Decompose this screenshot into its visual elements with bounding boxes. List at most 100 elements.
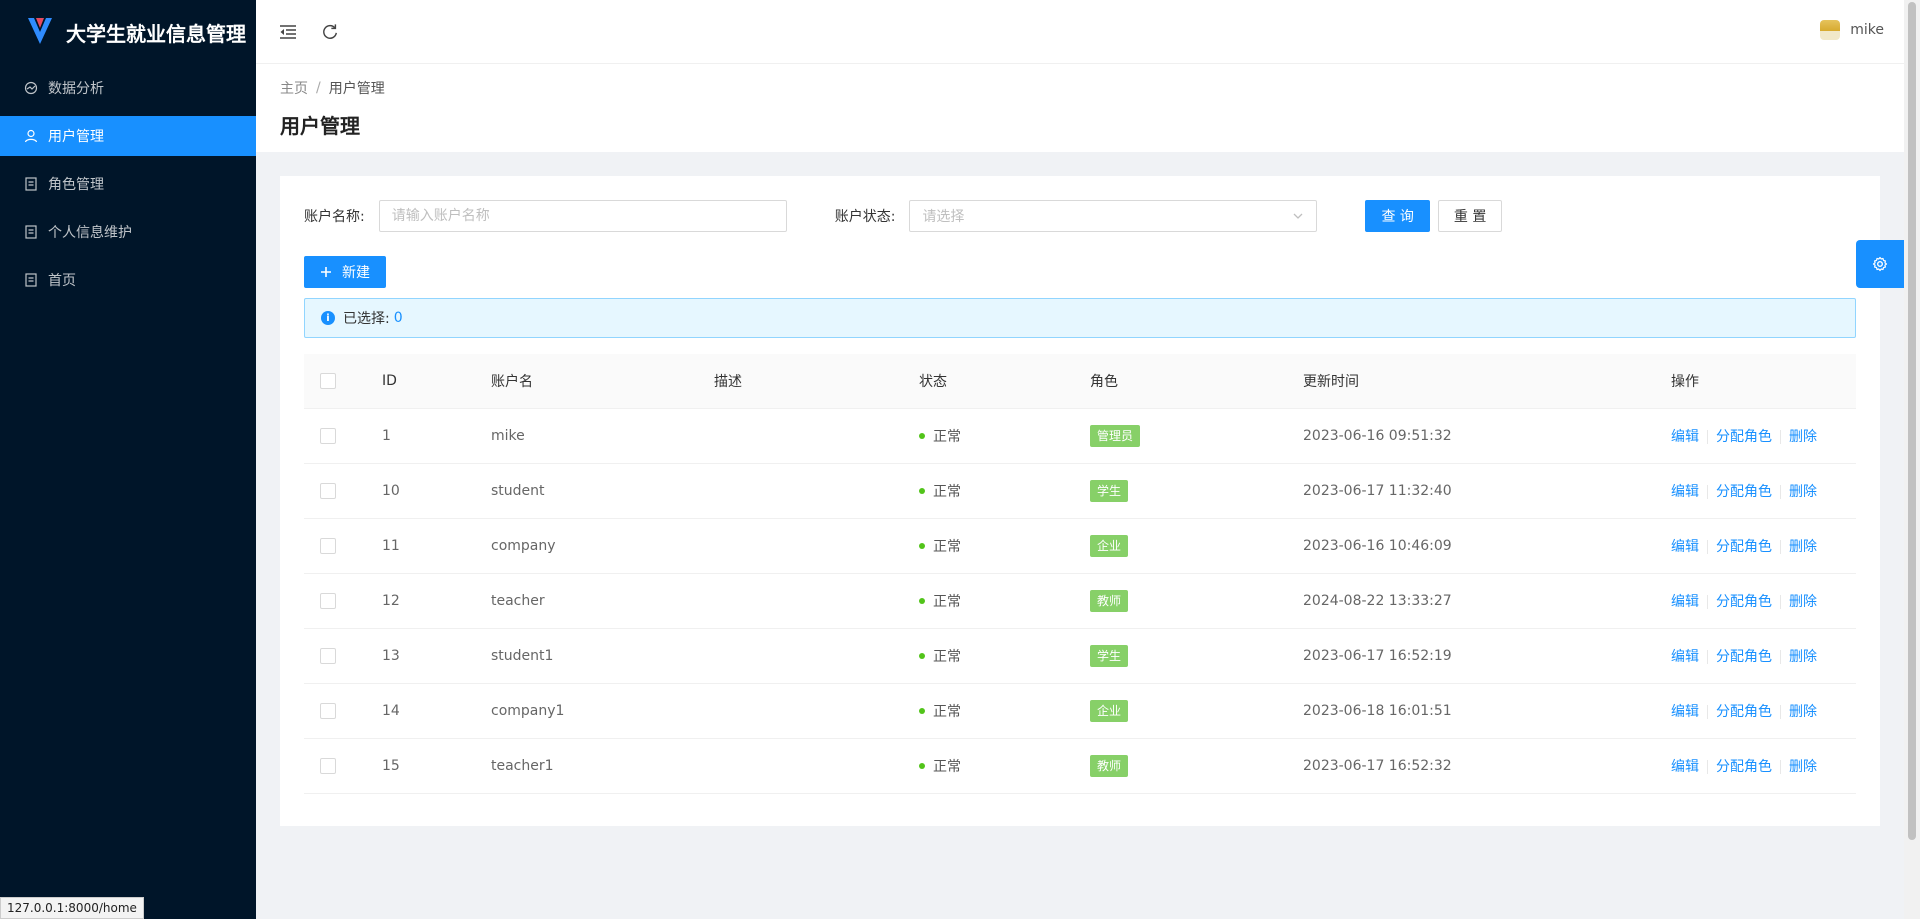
delete-link[interactable]: 删除 xyxy=(1789,594,1817,610)
cell-id: 15 xyxy=(366,738,475,794)
table-row: 11 company 正常 企业 2023-06-16 10:46:09 编辑 分… xyxy=(304,518,1856,574)
menu-fold-icon[interactable] xyxy=(278,22,298,42)
delete-link[interactable]: 删除 xyxy=(1789,429,1817,445)
account-status-placeholder: 请选择 xyxy=(922,209,965,225)
info-icon: i xyxy=(321,311,335,325)
action-divider xyxy=(1707,649,1708,664)
row-checkbox[interactable] xyxy=(320,757,336,774)
role-tag: 企业 xyxy=(1090,534,1129,557)
edit-link[interactable]: 编辑 xyxy=(1671,649,1699,665)
logo[interactable]: 大学生就业信息管理 xyxy=(0,0,256,64)
user-menu[interactable]: mike xyxy=(1820,20,1884,40)
cell-account: teacher1 xyxy=(475,738,698,794)
selection-alert: i 已选择: 0 xyxy=(304,298,1856,338)
assign-role-link[interactable]: 分配角色 xyxy=(1716,704,1772,720)
cell-account: teacher xyxy=(475,573,698,629)
scrollbar-thumb[interactable] xyxy=(1908,2,1916,840)
table-row: 12 teacher 正常 教师 2024-08-22 13:33:27 编辑 分… xyxy=(304,573,1856,629)
edit-link[interactable]: 编辑 xyxy=(1671,704,1699,720)
account-name-input[interactable] xyxy=(378,200,787,232)
cell-updated: 2023-06-17 11:32:40 xyxy=(1287,463,1655,519)
assign-role-link[interactable]: 分配角色 xyxy=(1716,594,1772,610)
sidebar-item-user-management[interactable]: 用户管理 xyxy=(0,116,256,156)
status-dot xyxy=(919,542,925,549)
select-all-checkbox[interactable] xyxy=(320,372,336,389)
page-title: 用户管理 xyxy=(280,114,360,138)
row-actions: 编辑 分配角色 删除 xyxy=(1655,518,1856,574)
logo-icon xyxy=(28,18,52,44)
chevron-down-icon xyxy=(1293,213,1303,219)
assign-role-link[interactable]: 分配角色 xyxy=(1716,539,1772,555)
status-dot xyxy=(919,487,925,494)
new-button[interactable]: 新建 xyxy=(304,256,386,288)
delete-link[interactable]: 删除 xyxy=(1789,704,1817,720)
status-text: 正常 xyxy=(933,703,961,720)
edit-link[interactable]: 编辑 xyxy=(1671,484,1699,500)
action-divider xyxy=(1780,539,1781,554)
action-divider xyxy=(1780,429,1781,444)
status-badge: 正常 xyxy=(919,426,961,446)
sidebar-item-profile[interactable]: 个人信息维护 xyxy=(0,212,256,252)
column-header-updated: 更新时间 xyxy=(1287,354,1655,409)
column-header-account: 账户名 xyxy=(475,354,698,409)
assign-role-link[interactable]: 分配角色 xyxy=(1716,429,1772,445)
avatar xyxy=(1820,20,1841,40)
row-checkbox[interactable] xyxy=(320,427,336,444)
reload-icon[interactable] xyxy=(320,22,340,42)
row-checkbox[interactable] xyxy=(320,647,336,664)
new-button-label: 新建 xyxy=(342,265,370,281)
sidebar-menu: 数据分析 用户管理 角色管理 个人信息维护 首页 xyxy=(0,68,256,300)
sidebar-item-role-management[interactable]: 角色管理 xyxy=(0,164,256,204)
row-checkbox[interactable] xyxy=(320,482,336,499)
edit-link[interactable]: 编辑 xyxy=(1671,759,1699,775)
account-status-select[interactable]: 请选择 xyxy=(909,200,1318,232)
delete-link[interactable]: 删除 xyxy=(1789,759,1817,775)
sidebar-item-label: 首页 xyxy=(48,273,76,289)
top-header: mike xyxy=(256,0,1904,64)
status-badge: 正常 xyxy=(919,591,961,611)
column-header-actions: 操作 xyxy=(1655,354,1856,409)
content-card: 账户名称: 账户状态: 请选择 查 询 重 置 新建 i 已选择: 0 ID 账… xyxy=(280,176,1880,826)
row-checkbox[interactable] xyxy=(320,592,336,609)
delete-link[interactable]: 删除 xyxy=(1789,484,1817,500)
edit-link[interactable]: 编辑 xyxy=(1671,539,1699,555)
action-divider xyxy=(1707,759,1708,774)
row-actions: 编辑 分配角色 删除 xyxy=(1655,738,1856,794)
action-divider xyxy=(1780,594,1781,609)
status-text: 正常 xyxy=(933,483,961,500)
cell-account: mike xyxy=(475,408,698,464)
row-checkbox[interactable] xyxy=(320,537,336,554)
assign-role-link[interactable]: 分配角色 xyxy=(1716,759,1772,775)
cell-id: 13 xyxy=(366,628,475,684)
action-divider xyxy=(1707,704,1708,719)
sidebar-item-data-analysis[interactable]: 数据分析 xyxy=(0,68,256,108)
status-dot xyxy=(919,652,925,659)
select-all-cell xyxy=(304,354,366,409)
cell-updated: 2023-06-18 16:01:51 xyxy=(1287,683,1655,739)
row-actions: 编辑 分配角色 删除 xyxy=(1655,573,1856,629)
query-button[interactable]: 查 询 xyxy=(1365,200,1430,232)
table-row: 13 student1 正常 学生 2023-06-17 16:52:19 编辑… xyxy=(304,628,1856,684)
status-dot xyxy=(919,762,925,769)
edit-link[interactable]: 编辑 xyxy=(1671,429,1699,445)
table-row: 10 student 正常 学生 2023-06-17 11:32:40 编辑 分… xyxy=(304,463,1856,519)
row-checkbox[interactable] xyxy=(320,702,336,719)
selection-label: 已选择: xyxy=(343,311,390,327)
cell-updated: 2023-06-16 09:51:32 xyxy=(1287,408,1655,464)
account-status-label: 账户状态: xyxy=(834,209,896,225)
page-scrollbar[interactable] xyxy=(1904,0,1920,919)
sidebar-item-home[interactable]: 首页 xyxy=(0,260,256,300)
breadcrumb-home[interactable]: 主页 xyxy=(280,78,308,98)
delete-link[interactable]: 删除 xyxy=(1789,539,1817,555)
action-divider xyxy=(1707,594,1708,609)
account-name-label: 账户名称: xyxy=(304,209,365,225)
status-dot xyxy=(919,707,925,714)
row-actions: 编辑 分配角色 删除 xyxy=(1655,683,1856,739)
delete-link[interactable]: 删除 xyxy=(1789,649,1817,665)
status-badge: 正常 xyxy=(919,536,961,556)
assign-role-link[interactable]: 分配角色 xyxy=(1716,484,1772,500)
assign-role-link[interactable]: 分配角色 xyxy=(1716,649,1772,665)
settings-button[interactable] xyxy=(1856,240,1904,288)
reset-button[interactable]: 重 置 xyxy=(1437,200,1503,232)
edit-link[interactable]: 编辑 xyxy=(1671,594,1699,610)
